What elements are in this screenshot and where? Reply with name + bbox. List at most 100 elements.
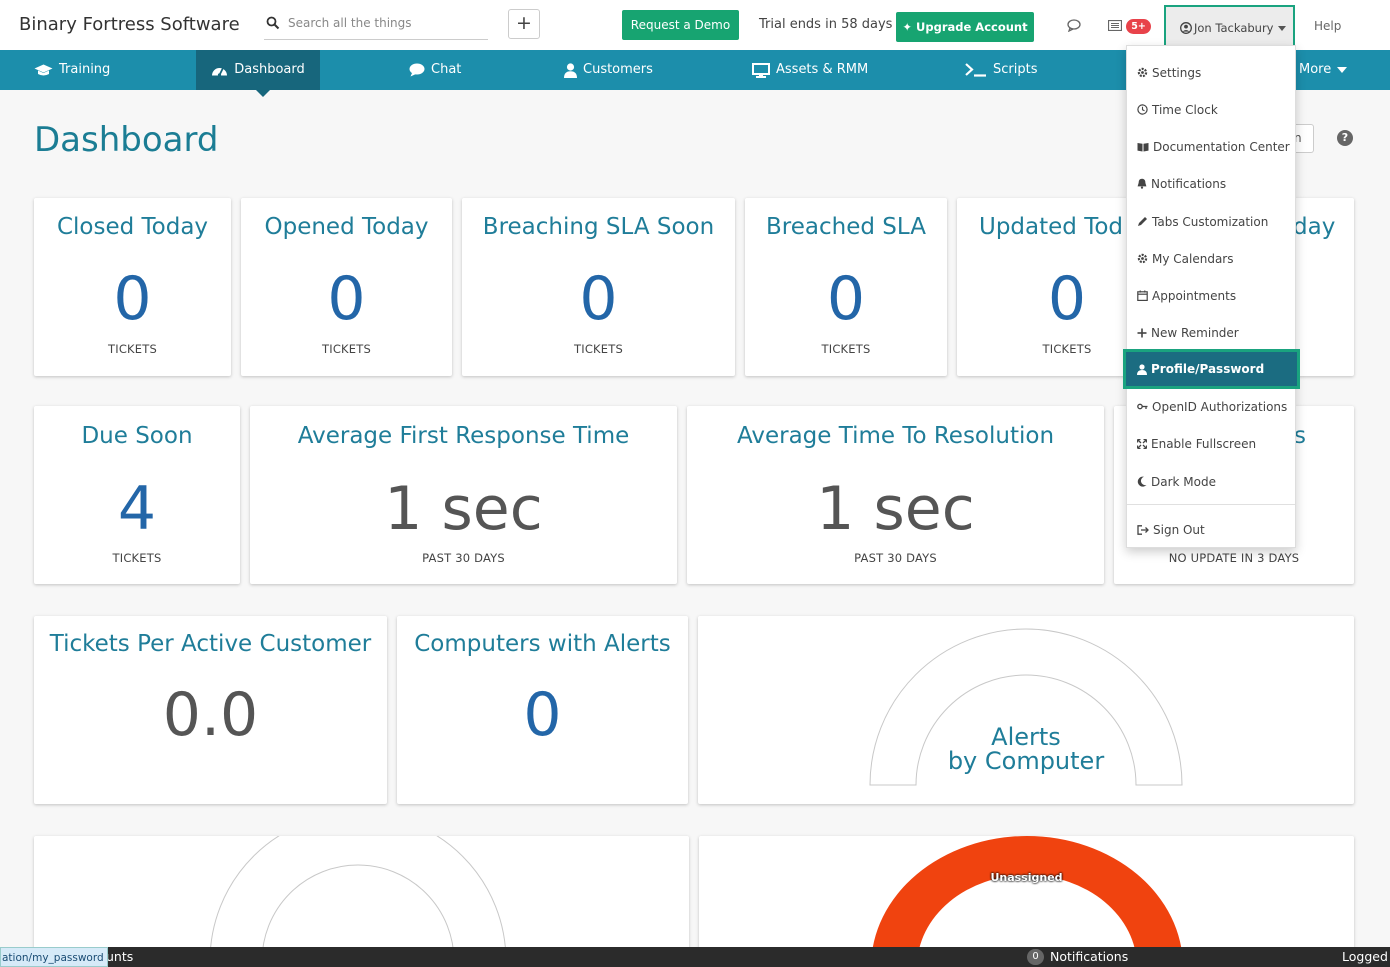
user-icon bbox=[564, 63, 577, 78]
desktop-icon bbox=[752, 63, 770, 78]
menu-label: Appointments bbox=[1152, 289, 1236, 303]
status-bar: unts 0 Notifications Logged ation/my_pas… bbox=[0, 947, 1390, 967]
status-accounts-text[interactable]: unts bbox=[106, 949, 133, 964]
help-link[interactable]: Help bbox=[1314, 19, 1341, 33]
menu-item-profile-password[interactable]: Profile/Password bbox=[1123, 349, 1300, 389]
gauge-label-line2: by Computer bbox=[698, 747, 1354, 775]
menu-label: Settings bbox=[1152, 66, 1201, 80]
menu-label: Dark Mode bbox=[1151, 475, 1216, 489]
request-demo-button[interactable]: Request a Demo bbox=[622, 10, 739, 40]
stat-value: 1 sec bbox=[687, 476, 1104, 542]
menu-item-fullscreen[interactable]: Enable Fullscreen bbox=[1127, 425, 1295, 462]
nav-label: Training bbox=[59, 50, 110, 90]
stat-unit: TICKETS bbox=[241, 342, 452, 356]
stat-card-closed-today[interactable]: Closed Today 0 TICKETS bbox=[34, 198, 231, 376]
menu-item-new-reminder[interactable]: New Reminder bbox=[1127, 314, 1295, 351]
stat-card-tickets-per-customer[interactable]: Tickets Per Active Customer 0.0 bbox=[34, 616, 387, 804]
expand-icon bbox=[1137, 439, 1147, 449]
menu-item-my-calendars[interactable]: My Calendars bbox=[1127, 240, 1295, 277]
stat-title: Closed Today bbox=[34, 214, 231, 240]
menu-label: Time Clock bbox=[1152, 103, 1218, 117]
user-menu-button[interactable]: Jon Tackabury bbox=[1164, 5, 1295, 50]
nav-chat[interactable]: Chat bbox=[409, 50, 461, 90]
pencil-icon bbox=[1137, 216, 1148, 227]
menu-label: Notifications bbox=[1151, 177, 1226, 191]
nav-assets-rmm[interactable]: Assets & RMM bbox=[752, 50, 868, 90]
stat-value: 0 bbox=[34, 266, 231, 332]
menu-label: Tabs Customization bbox=[1152, 215, 1268, 229]
stat-value: 1 sec bbox=[250, 476, 677, 542]
newspaper-icon[interactable] bbox=[1108, 20, 1122, 31]
nav-training[interactable]: Training bbox=[34, 50, 110, 90]
menu-item-settings[interactable]: Settings bbox=[1127, 54, 1295, 91]
alerts-gauge bbox=[698, 616, 1354, 804]
notifications-link[interactable]: Notifications bbox=[1050, 949, 1128, 964]
menu-item-sign-out[interactable]: Sign Out bbox=[1127, 511, 1295, 548]
stat-unit: NO UPDATE IN 3 DAYS bbox=[1114, 551, 1354, 565]
page-title: Dashboard bbox=[34, 120, 218, 160]
search-icon bbox=[266, 16, 280, 30]
stat-card-due-soon[interactable]: Due Soon 4 TICKETS bbox=[34, 406, 240, 584]
stat-title: Average Time To Resolution bbox=[687, 423, 1104, 449]
menu-item-tabs-customization[interactable]: Tabs Customization bbox=[1127, 203, 1295, 240]
upgrade-account-button[interactable]: ✦ Upgrade Account bbox=[896, 12, 1034, 42]
stat-value: 0.0 bbox=[34, 682, 387, 748]
stat-value: 4 bbox=[34, 476, 240, 542]
stat-card-avg-resolution[interactable]: Average Time To Resolution 1 sec PAST 30… bbox=[687, 406, 1104, 584]
menu-item-time-clock[interactable]: Time Clock bbox=[1127, 91, 1295, 128]
brand-name[interactable]: Binary Fortress Software bbox=[19, 14, 240, 35]
menu-item-appointments[interactable]: Appointments bbox=[1127, 277, 1295, 314]
terminal-icon bbox=[965, 63, 987, 77]
notification-count[interactable]: 0 bbox=[1027, 949, 1044, 965]
nav-customers[interactable]: Customers bbox=[564, 50, 653, 90]
stat-title: Breached SLA bbox=[745, 214, 947, 240]
user-name: Jon Tackabury bbox=[1194, 21, 1274, 35]
gear-icon bbox=[1137, 253, 1148, 264]
tachometer-icon bbox=[211, 63, 228, 78]
menu-item-documentation[interactable]: Documentation Center bbox=[1127, 128, 1295, 165]
stat-value: 0 bbox=[397, 682, 688, 748]
menu-item-notifications[interactable]: Notifications bbox=[1127, 165, 1295, 202]
menu-label: My Calendars bbox=[1152, 252, 1233, 266]
nav-label: Assets & RMM bbox=[776, 50, 868, 90]
stat-card-breaching-sla-soon[interactable]: Breaching SLA Soon 0 TICKETS bbox=[462, 198, 735, 376]
user-circle-icon bbox=[1180, 22, 1192, 34]
upgrade-label: Upgrade Account bbox=[916, 20, 1028, 34]
calendar-icon bbox=[1137, 290, 1148, 301]
stat-unit: TICKETS bbox=[462, 342, 735, 356]
menu-item-dark-mode[interactable]: Dark Mode bbox=[1127, 463, 1295, 500]
menu-label: Documentation Center bbox=[1153, 140, 1290, 154]
notification-badge[interactable]: 5+ bbox=[1126, 19, 1151, 34]
menu-label: Enable Fullscreen bbox=[1151, 437, 1256, 451]
search-input[interactable] bbox=[288, 16, 484, 30]
sign-out-icon bbox=[1137, 525, 1149, 535]
stat-unit: TICKETS bbox=[34, 342, 231, 356]
chat-icon[interactable] bbox=[1067, 19, 1081, 32]
stat-title: day bbox=[1293, 214, 1354, 240]
menu-item-openid[interactable]: OpenID Authorizations bbox=[1127, 388, 1295, 425]
stat-card-computers-alerts[interactable]: Computers with Alerts 0 bbox=[397, 616, 688, 804]
stat-unit: PAST 30 DAYS bbox=[687, 551, 1104, 565]
nav-label: Customers bbox=[583, 50, 653, 90]
stat-value: 0 bbox=[462, 266, 735, 332]
nav-more[interactable]: More bbox=[1299, 50, 1347, 90]
nav-dashboard[interactable]: Dashboard bbox=[196, 50, 320, 90]
chat-bubble-icon bbox=[409, 63, 425, 77]
stat-title: s bbox=[1294, 423, 1354, 449]
add-button[interactable]: + bbox=[508, 9, 540, 39]
graduation-cap-icon bbox=[34, 64, 53, 77]
sparkle-icon: ✦ bbox=[902, 20, 912, 34]
help-circle-icon[interactable]: ? bbox=[1337, 130, 1353, 146]
stat-unit: TICKETS bbox=[34, 551, 240, 565]
stat-card-opened-today[interactable]: Opened Today 0 TICKETS bbox=[241, 198, 452, 376]
nav-scripts[interactable]: Scripts bbox=[965, 50, 1037, 90]
user-dropdown-menu: Settings Time Clock Documentation Center… bbox=[1126, 45, 1296, 548]
nav-label: More bbox=[1299, 50, 1331, 90]
alerts-by-computer-card[interactable]: Alerts by Computer bbox=[698, 616, 1354, 804]
search-box[interactable] bbox=[264, 11, 488, 40]
stat-card-avg-first-response[interactable]: Average First Response Time 1 sec PAST 3… bbox=[250, 406, 677, 584]
menu-label: New Reminder bbox=[1151, 326, 1239, 340]
bell-icon bbox=[1137, 178, 1147, 189]
stat-title: Tickets Per Active Customer bbox=[34, 631, 387, 657]
stat-card-breached-sla[interactable]: Breached SLA 0 TICKETS bbox=[745, 198, 947, 376]
